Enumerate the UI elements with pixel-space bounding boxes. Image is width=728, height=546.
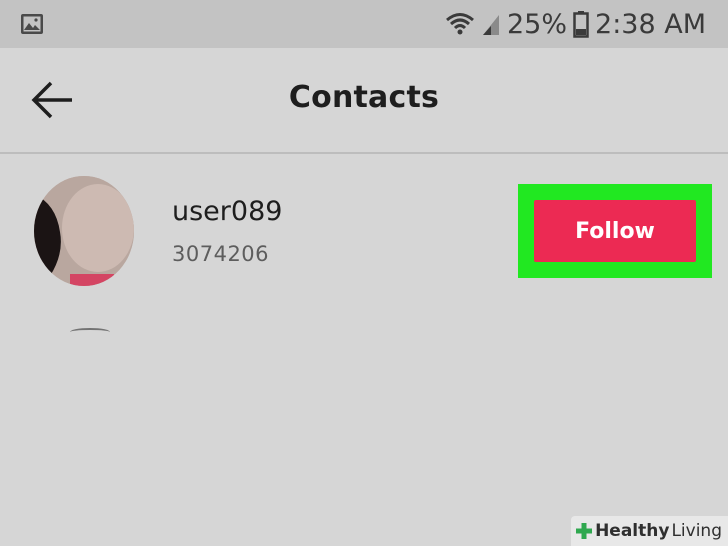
watermark-text-regular: Living [671,521,722,541]
contact-subtext: 3074206 [172,242,270,266]
contact-row[interactable]: user089 3074206 Follow [0,154,728,304]
watermark: Healthy Living [571,516,728,546]
battery-percent: 25% [507,8,568,40]
plus-logo-icon [576,523,593,539]
image-icon [21,14,43,34]
app-bar: Contacts [0,48,728,152]
cellular-signal-icon [483,15,499,35]
clock: 2:38 AM [595,8,706,40]
follow-button[interactable]: Follow [534,200,696,262]
status-bar: 25% 2:38 AM [0,0,728,48]
page-title: Contacts [288,80,440,115]
contact-username: user089 [172,196,283,227]
wifi-icon [446,13,474,35]
next-avatar-edge [70,328,110,336]
status-indicators: 25% 2:38 AM [445,6,706,42]
avatar[interactable] [34,176,134,286]
battery-icon [573,11,589,38]
watermark-text-bold: Healthy [595,521,670,541]
